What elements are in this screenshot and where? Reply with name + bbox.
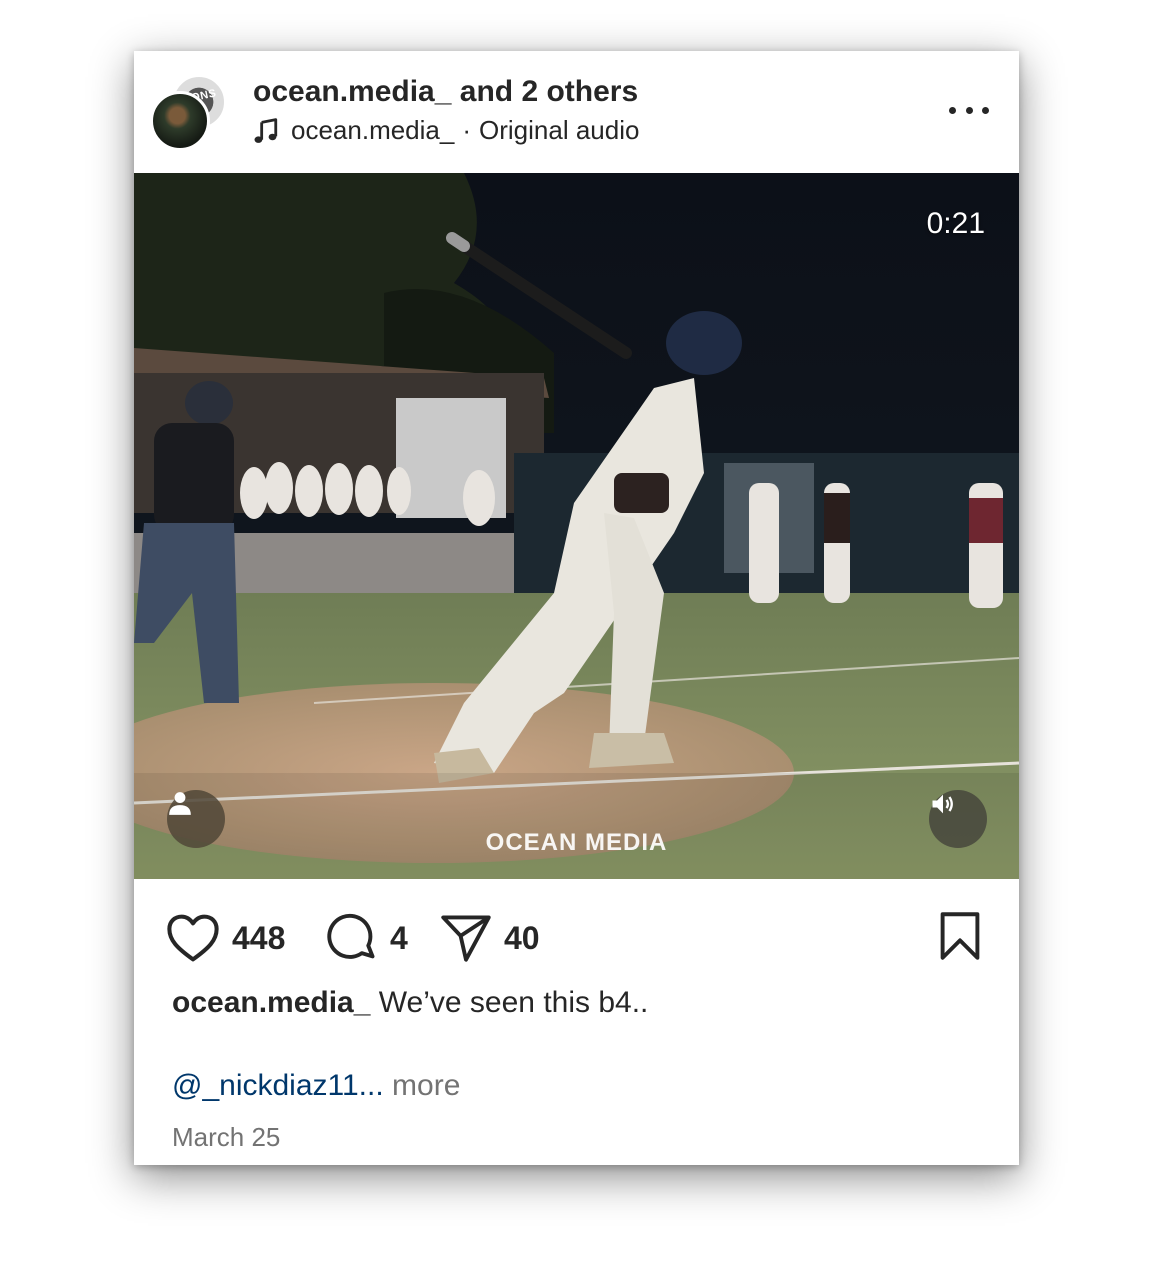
action-bar: 448 4 40	[134, 879, 1019, 989]
post-card: PIONS ocean.media_ and 2 others ocean.me…	[134, 51, 1019, 1165]
caption-username[interactable]: ocean.media_	[172, 986, 370, 1019]
more-dot-icon	[982, 106, 989, 114]
share-count[interactable]: 40	[504, 920, 540, 957]
audio-label[interactable]: Original audio	[479, 115, 639, 146]
bookmark-icon[interactable]	[938, 911, 982, 961]
heart-icon[interactable]	[166, 913, 220, 963]
mention-link[interactable]: @_nickdiaz11	[172, 1069, 359, 1102]
more-dot-icon	[949, 106, 956, 114]
avatar-primary[interactable]	[150, 91, 210, 151]
more-options-button[interactable]	[949, 95, 989, 125]
tagged-people-button[interactable]	[167, 790, 225, 848]
video-watermark: OCEAN MEDIA	[485, 829, 668, 856]
audio-separator: ·	[462, 115, 472, 145]
caption-continuation: @_nickdiaz11... more	[172, 1069, 460, 1103]
more-link[interactable]: more	[392, 1069, 460, 1102]
speaker-icon	[932, 794, 953, 814]
video-frame	[134, 173, 1019, 879]
comment-count[interactable]: 4	[390, 920, 408, 957]
person-icon	[169, 792, 191, 815]
comment-action[interactable]: 4	[326, 913, 408, 963]
post-header: PIONS ocean.media_ and 2 others ocean.me…	[134, 51, 1019, 173]
collab-others-link[interactable]: and 2 others	[460, 75, 638, 108]
mute-toggle-button[interactable]	[929, 790, 987, 848]
video-player[interactable]: 0:21 OCEAN MEDIA	[134, 173, 1019, 879]
post-author-line[interactable]: ocean.media_ and 2 others	[253, 75, 638, 109]
caption-text: We’ve seen this b4..	[378, 986, 649, 1019]
paper-plane-icon[interactable]	[440, 913, 492, 963]
audio-attribution[interactable]: ocean.media_ · Original audio	[253, 115, 639, 146]
save-button[interactable]	[938, 911, 982, 966]
caption-ellipsis: ...	[358, 1069, 384, 1102]
like-count[interactable]: 448	[232, 920, 285, 957]
collab-avatars[interactable]: PIONS	[150, 75, 226, 151]
audio-owner[interactable]: ocean.media_	[291, 115, 454, 146]
post-date: March 25	[172, 1122, 281, 1152]
music-note-icon	[254, 117, 278, 143]
author-username[interactable]: ocean.media_	[253, 75, 451, 108]
post-caption: ocean.media_ We’ve seen this b4..	[172, 986, 648, 1020]
more-dot-icon	[965, 106, 973, 114]
share-action[interactable]: 40	[440, 913, 540, 963]
like-action[interactable]: 448	[166, 913, 285, 963]
video-duration: 0:21	[926, 207, 985, 240]
comment-icon[interactable]	[326, 913, 378, 963]
